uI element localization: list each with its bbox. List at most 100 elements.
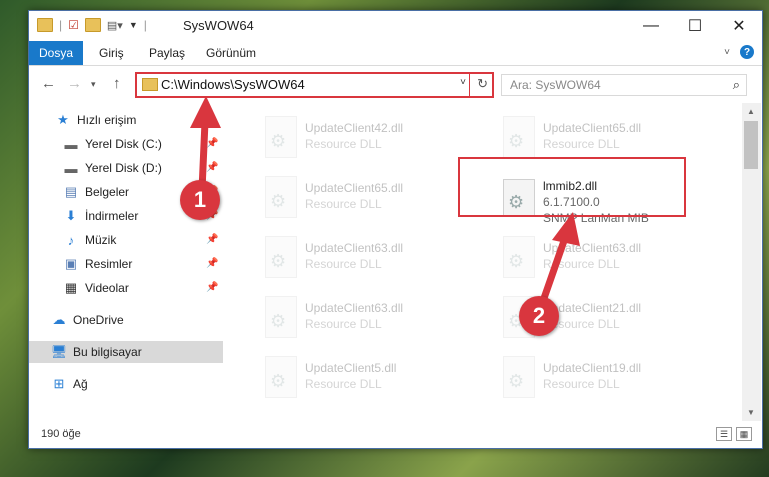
pin-icon[interactable]: 📌 — [206, 234, 218, 245]
file-name: UpdateClient63.dll — [305, 301, 404, 315]
refresh-icon[interactable]: ↻ — [477, 76, 488, 92]
dll-file-icon: ⚙ — [265, 176, 297, 218]
navigation-pane: ★ Hızlı erişim ▬ Yerel Disk (C:) 📌 ▬ Yer… — [29, 103, 225, 421]
tab-share[interactable]: Paylaş — [149, 46, 185, 60]
file-item[interactable]: ⚙ UpdateClient42.dll Resource DLL — [245, 111, 475, 167]
sidebar-item-pictures[interactable]: ▣ Resimler — [63, 253, 133, 275]
highlight-box-lmmib2 — [458, 157, 686, 217]
cloud-icon: ☁ — [52, 312, 66, 327]
window-title: SysWOW64 — [183, 18, 254, 33]
file-name: UpdateClient5.dll — [305, 361, 397, 375]
scroll-up-icon[interactable]: ▲ — [747, 107, 755, 116]
search-icon[interactable]: ⌕ — [733, 77, 740, 93]
sidebar-item-disk-c[interactable]: ▬ Yerel Disk (C:) — [63, 133, 162, 155]
dll-file-icon: ⚙ — [503, 236, 535, 278]
file-item[interactable]: ⚙ UpdateClient19.dll Resource DLL — [483, 351, 713, 407]
dll-file-icon: ⚙ — [265, 356, 297, 398]
folder-icon — [37, 18, 53, 32]
pin-icon[interactable]: 📌 — [206, 282, 218, 293]
sidebar-item-music[interactable]: ♪ Müzik — [63, 229, 117, 251]
file-name: UpdateClient65.dll — [305, 181, 404, 195]
divider — [469, 74, 470, 96]
file-description: Resource DLL — [543, 257, 620, 271]
sidebar-item-label: Hızlı erişim — [77, 113, 137, 127]
file-item[interactable]: ⚙ UpdateClient63.dll Resource DLL — [245, 231, 475, 287]
step-marker-1: 1 — [180, 180, 220, 220]
details-view-icon[interactable]: ☰ — [716, 427, 732, 441]
pictures-icon: ▣ — [64, 256, 78, 271]
file-name: UpdateClient65.dll — [543, 121, 642, 135]
search-box[interactable]: Ara: SysWOW64 ⌕ — [501, 74, 747, 96]
tab-view[interactable]: Görünüm — [206, 46, 256, 60]
view-toggle: ☰ ▦ — [716, 427, 752, 441]
pin-icon[interactable]: 📌 — [206, 138, 218, 149]
file-name: UpdateClient19.dll — [543, 361, 642, 375]
dll-file-icon: ⚙ — [503, 356, 535, 398]
file-description: Resource DLL — [305, 197, 382, 211]
file-item[interactable]: ⚙ UpdateClient5.dll Resource DLL — [245, 351, 475, 407]
recent-dropdown-icon[interactable]: ▾ — [91, 79, 96, 90]
file-name: UpdateClient63.dll — [305, 241, 404, 255]
pin-icon[interactable]: 📌 — [206, 162, 218, 173]
divider: | — [143, 18, 147, 32]
vertical-scrollbar[interactable]: ▲ ▼ — [742, 103, 761, 421]
step-marker-2: 2 — [519, 296, 559, 336]
up-arrow-icon[interactable]: ↑ — [113, 75, 121, 92]
sidebar-item-this-pc[interactable]: 🖥 Bu bilgisayar — [29, 341, 223, 363]
sidebar-item-documents[interactable]: ▤ Belgeler — [63, 181, 129, 203]
quick-access-toolbar: | ☑ ▤▾ ▼ | — [37, 18, 147, 32]
dll-file-icon: ⚙ — [503, 116, 535, 158]
pin-icon[interactable]: 📌 — [206, 258, 218, 269]
scroll-down-icon[interactable]: ▼ — [747, 408, 755, 417]
drive-icon: ▬ — [64, 136, 78, 152]
file-item[interactable]: ⚙ UpdateClient21.dll Resource DLL — [483, 291, 713, 347]
search-input[interactable]: Ara: SysWOW64 — [510, 78, 601, 92]
title-bar: | ☑ ▤▾ ▼ | SysWOW64 — ☐ ✕ — [29, 11, 762, 41]
sidebar-item-disk-d[interactable]: ▬ Yerel Disk (D:) — [63, 157, 162, 179]
expand-ribbon-icon[interactable]: ˅ — [724, 47, 730, 58]
address-bar[interactable]: C:\Windows\SysWOW64 ˅ ↻ — [135, 72, 494, 98]
sidebar-item-videos[interactable]: ▦ Videolar — [63, 277, 129, 299]
address-path[interactable]: C:\Windows\SysWOW64 — [161, 77, 305, 92]
star-icon: ★ — [57, 112, 69, 127]
file-name: UpdateClient63.dll — [543, 241, 642, 255]
sidebar-item-downloads[interactable]: ⬇ İndirmeler — [63, 205, 139, 227]
back-arrow-icon[interactable]: ← — [41, 75, 56, 92]
sidebar-item-onedrive[interactable]: ☁ OneDrive — [51, 309, 124, 331]
file-description: Resource DLL — [305, 377, 382, 391]
new-folder-icon[interactable] — [84, 18, 101, 32]
drive-icon: ▬ — [64, 160, 78, 176]
close-button[interactable]: ✕ — [717, 11, 761, 41]
forward-arrow-icon[interactable]: → — [67, 75, 82, 92]
dll-file-icon: ⚙ — [265, 296, 297, 338]
file-item[interactable]: ⚙ UpdateClient63.dll Resource DLL — [245, 291, 475, 347]
computer-icon: 🖥 — [50, 344, 68, 359]
qat-dropdown-icon[interactable]: ▼ — [129, 20, 138, 30]
help-icon[interactable]: ? — [740, 45, 754, 59]
navigation-bar: ← → ▾ ↑ C:\Windows\SysWOW64 ˅ ↻ Ara: Sys… — [29, 66, 762, 102]
tab-home[interactable]: Giriş — [99, 46, 124, 60]
sidebar-item-label: Bu bilgisayar — [73, 345, 142, 359]
dll-file-icon: ⚙ — [265, 236, 297, 278]
explorer-window: | ☑ ▤▾ ▼ | SysWOW64 — ☐ ✕ Dosya Giriş Pa… — [28, 10, 763, 449]
large-icons-view-icon[interactable]: ▦ — [736, 427, 752, 441]
chevron-down-icon[interactable]: ˅ — [460, 77, 466, 88]
properties-icon[interactable]: ☑ — [68, 18, 79, 32]
sidebar-item-network[interactable]: ⊞ Ağ — [51, 373, 88, 395]
file-description: Resource DLL — [543, 137, 620, 151]
file-description: Resource DLL — [305, 257, 382, 271]
file-item[interactable]: ⚙ UpdateClient65.dll Resource DLL — [245, 171, 475, 227]
ribbon-right: ˅ ? — [724, 45, 754, 59]
customize-icon[interactable]: ▤▾ — [107, 19, 123, 32]
file-list: ⚙ UpdateClient42.dll Resource DLL ⚙ Upda… — [225, 103, 742, 421]
file-item[interactable]: ⚙ UpdateClient63.dll Resource DLL — [483, 231, 713, 287]
divider: | — [59, 18, 63, 32]
scrollbar-thumb[interactable] — [744, 121, 758, 169]
tab-file[interactable]: Dosya — [29, 41, 83, 65]
sidebar-item-quick-access[interactable]: ★ Hızlı erişim — [55, 109, 136, 131]
file-description: Resource DLL — [543, 377, 620, 391]
minimize-button[interactable]: — — [629, 11, 673, 41]
maximize-button[interactable]: ☐ — [673, 11, 717, 41]
file-description: Resource DLL — [305, 317, 382, 331]
sidebar-item-label: Yerel Disk (D:) — [85, 161, 162, 175]
